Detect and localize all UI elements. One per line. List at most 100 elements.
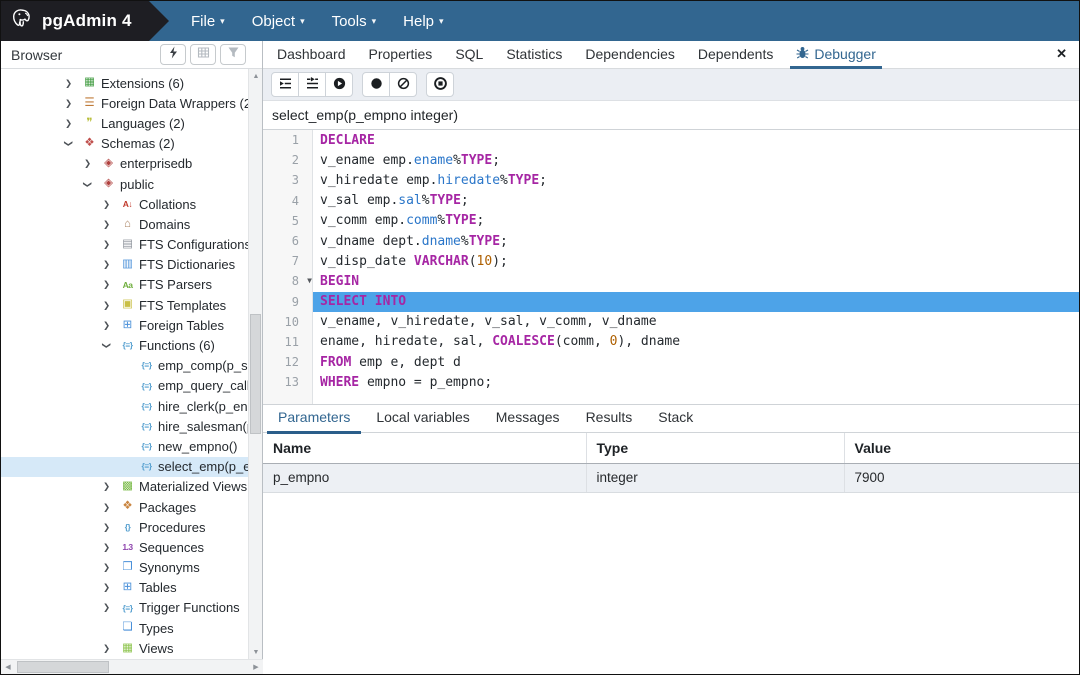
clear-breakpoints-button[interactable] <box>389 72 417 97</box>
tree-item-fts-configurations[interactable]: ❯▤FTS Configurations <box>1 235 249 255</box>
tree-item-public[interactable]: ❯◈public <box>1 174 249 194</box>
tab-debugger[interactable]: Debugger <box>796 46 876 68</box>
grid-button[interactable] <box>190 44 216 65</box>
line-number[interactable]: 6 <box>263 234 313 248</box>
tree-item-new-empno[interactable]: {≡}new_empno() <box>1 436 249 456</box>
sidebar-vertical-scrollbar[interactable]: ▲ ▼ <box>248 69 262 659</box>
tree-item-domains[interactable]: ❯⌂Domains <box>1 214 249 234</box>
tab-statistics[interactable]: Statistics <box>506 46 562 68</box>
line-number[interactable]: 3 <box>263 173 313 187</box>
code-line[interactable]: 6v_dname dept.dname%TYPE; <box>263 231 1079 251</box>
code-line[interactable]: 1DECLARE <box>263 130 1079 150</box>
tree-item-fts-templates[interactable]: ❯▣FTS Templates <box>1 295 249 315</box>
tree-item-enterprisedb[interactable]: ❯◈enterprisedb <box>1 154 249 174</box>
tree-item-foreign-data-wrappers-2[interactable]: ❯☰Foreign Data Wrappers (2) <box>1 93 249 113</box>
tab-dependents[interactable]: Dependents <box>698 46 774 68</box>
code-line[interactable]: 2v_ename emp.ename%TYPE; <box>263 150 1079 170</box>
chevron-collapsed-icon[interactable]: ❯ <box>103 320 119 331</box>
tree-item-packages[interactable]: ❯❖Packages <box>1 497 249 517</box>
tab-sql[interactable]: SQL <box>455 46 483 68</box>
menu-object[interactable]: Object▾ <box>252 13 305 30</box>
code-line[interactable]: 10v_ename, v_hiredate, v_sal, v_comm, v_… <box>263 312 1079 332</box>
code-line[interactable]: 8▼BEGIN <box>263 271 1079 291</box>
code-line[interactable]: 11ename, hiredate, sal, COALESCE(comm, 0… <box>263 332 1079 352</box>
tree-item-sequences[interactable]: ❯1.3Sequences <box>1 537 249 557</box>
tree-item-types[interactable]: ❏Types <box>1 618 249 638</box>
chevron-collapsed-icon[interactable]: ❯ <box>103 602 119 613</box>
menu-tools[interactable]: Tools▾ <box>332 13 377 30</box>
chevron-expanded-icon[interactable]: ❯ <box>65 138 81 149</box>
chevron-collapsed-icon[interactable]: ❯ <box>103 582 119 593</box>
code-line[interactable]: 3v_hiredate emp.hiredate%TYPE; <box>263 170 1079 190</box>
chevron-collapsed-icon[interactable]: ❯ <box>65 98 81 109</box>
panel-tab-results[interactable]: Results <box>573 409 646 432</box>
code-line[interactable]: 7v_disp_date VARCHAR(10); <box>263 251 1079 271</box>
tree-item-fts-dictionaries[interactable]: ❯▥FTS Dictionaries <box>1 255 249 275</box>
tree-item-procedures[interactable]: ❯{}Procedures <box>1 517 249 537</box>
chevron-collapsed-icon[interactable]: ❯ <box>103 239 119 250</box>
code-line[interactable]: 13WHERE empno = p_empno; <box>263 372 1079 392</box>
tab-properties[interactable]: Properties <box>369 46 433 68</box>
scroll-right-icon[interactable]: ▶ <box>249 660 263 674</box>
chevron-collapsed-icon[interactable]: ❯ <box>103 481 119 492</box>
line-number[interactable]: 13 <box>263 375 313 389</box>
panel-tab-stack[interactable]: Stack <box>645 409 706 432</box>
menu-help[interactable]: Help▾ <box>403 13 443 30</box>
tab-dependencies[interactable]: Dependencies <box>585 46 675 68</box>
horizontal-scroll-thumb[interactable] <box>17 661 109 673</box>
chevron-collapsed-icon[interactable]: ❯ <box>103 300 119 311</box>
code-line-current[interactable]: 9SELECT INTO <box>263 292 1079 312</box>
line-number[interactable]: 7 <box>263 254 313 268</box>
scroll-left-icon[interactable]: ◀ <box>1 660 15 674</box>
chevron-collapsed-icon[interactable]: ❯ <box>103 219 119 230</box>
tree-item-trigger-functions[interactable]: ❯{≡}Trigger Functions <box>1 598 249 618</box>
tree-item-synonyms[interactable]: ❯❐Synonyms <box>1 558 249 578</box>
code-line[interactable]: 5v_comm emp.comm%TYPE; <box>263 211 1079 231</box>
chevron-collapsed-icon[interactable]: ❯ <box>103 522 119 533</box>
tree-item-extensions-6[interactable]: ❯▦Extensions (6) <box>1 73 249 93</box>
lightning-button[interactable] <box>160 44 186 65</box>
line-number[interactable]: 12 <box>263 355 313 369</box>
chevron-expanded-icon[interactable]: ❯ <box>103 340 119 351</box>
tree-item-views[interactable]: ❯▦Views <box>1 638 249 658</box>
panel-tab-local-variables[interactable]: Local variables <box>363 409 482 432</box>
chevron-collapsed-icon[interactable]: ❯ <box>103 279 119 290</box>
line-number[interactable]: 9 <box>263 295 313 309</box>
line-number[interactable]: 10 <box>263 315 313 329</box>
code-line[interactable]: 12FROM emp e, dept d <box>263 352 1079 372</box>
chevron-collapsed-icon[interactable]: ❯ <box>103 542 119 553</box>
chevron-collapsed-icon[interactable]: ❯ <box>103 199 119 210</box>
tree-item-functions-6[interactable]: ❯{≡}Functions (6) <box>1 335 249 355</box>
chevron-expanded-icon[interactable]: ❯ <box>84 179 100 190</box>
scroll-up-icon[interactable]: ▲ <box>249 69 263 83</box>
filter-button[interactable] <box>220 44 246 65</box>
sidebar-horizontal-scrollbar[interactable]: ◀ ▶ <box>1 659 263 674</box>
step-into-button[interactable] <box>271 72 299 97</box>
stop-button[interactable] <box>426 72 454 97</box>
tree-item-hire-salesman-p[interactable]: {≡}hire_salesman(p_ <box>1 416 249 436</box>
tree-item-emp-comp-p-sa[interactable]: {≡}emp_comp(p_sa <box>1 356 249 376</box>
close-icon[interactable]: ✕ <box>1056 46 1067 62</box>
line-number[interactable]: 2 <box>263 153 313 167</box>
chevron-collapsed-icon[interactable]: ❯ <box>103 562 119 573</box>
tree-item-hire-clerk-p-enar[interactable]: {≡}hire_clerk(p_enar <box>1 396 249 416</box>
menu-file[interactable]: File▾ <box>191 13 225 30</box>
tree-item-collations[interactable]: ❯A↓Collations <box>1 194 249 214</box>
tree-item-languages-2[interactable]: ❯❞Languages (2) <box>1 113 249 133</box>
chevron-collapsed-icon[interactable]: ❯ <box>65 78 81 89</box>
chevron-collapsed-icon[interactable]: ❯ <box>65 118 81 129</box>
code-line[interactable]: 4v_sal emp.sal%TYPE; <box>263 191 1079 211</box>
continue-button[interactable] <box>325 72 353 97</box>
tree-item-fts-parsers[interactable]: ❯AaFTS Parsers <box>1 275 249 295</box>
toggle-breakpoint-button[interactable] <box>362 72 390 97</box>
line-number[interactable]: 8▼ <box>263 274 313 288</box>
chevron-collapsed-icon[interactable]: ❯ <box>103 259 119 270</box>
chevron-collapsed-icon[interactable]: ❯ <box>84 158 100 169</box>
table-row[interactable]: p_empnointeger7900 <box>263 463 1079 492</box>
chevron-collapsed-icon[interactable]: ❯ <box>103 643 119 654</box>
code-editor[interactable]: 1DECLARE2v_ename emp.ename%TYPE;3v_hired… <box>263 130 1079 405</box>
panel-tab-messages[interactable]: Messages <box>483 409 573 432</box>
tree-item-emp-query-calle[interactable]: {≡}emp_query_calle <box>1 376 249 396</box>
chevron-collapsed-icon[interactable]: ❯ <box>103 502 119 513</box>
vertical-scroll-thumb[interactable] <box>250 314 261 434</box>
